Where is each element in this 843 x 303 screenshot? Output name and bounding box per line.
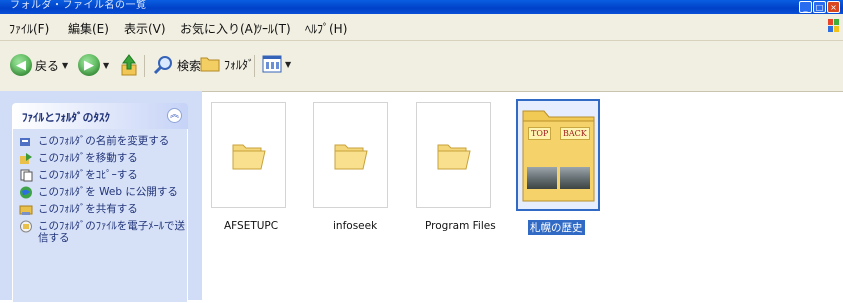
search-icon [153, 56, 172, 75]
collapse-chevron-icon[interactable]: ︽ [167, 108, 182, 123]
photo-thumbnail [527, 167, 557, 189]
menu-view[interactable]: 表示(V) [124, 20, 166, 37]
chevron-down-icon: ▼ [103, 60, 110, 70]
thumb-tag-back: BACK [560, 127, 590, 140]
share-icon [19, 205, 33, 215]
folder-name-selected[interactable]: 札幌の歴史 [528, 220, 585, 235]
task-label: このﾌｫﾙﾀﾞをｺﾋﾟｰする [38, 169, 138, 181]
folder-name[interactable]: AFSETUPC [224, 220, 278, 232]
move-icon [20, 153, 32, 164]
folder-icon [437, 144, 471, 170]
forward-button[interactable]: ▶ ▼ [78, 54, 109, 76]
task-copy-folder[interactable]: このﾌｫﾙﾀﾞをｺﾋﾟｰする [19, 169, 187, 186]
folder-name[interactable]: Program Files [425, 220, 496, 232]
forward-arrow-icon: ▶ [78, 54, 100, 76]
menu-favorites[interactable]: お気に入り(A) [180, 20, 258, 37]
folders-button[interactable]: ﾌｫﾙﾀﾞ [199, 54, 254, 74]
thumb-tag-top: TOP [528, 127, 552, 140]
folders-icon [200, 57, 220, 72]
tasks-list: このﾌｫﾙﾀﾞの名前を変更する このﾌｫﾙﾀﾞを移動する このﾌｫﾙﾀﾞをｺﾋﾟ… [12, 129, 188, 303]
task-label: このﾌｫﾙﾀﾞを Web に公開する [38, 186, 178, 198]
up-folder-button[interactable] [119, 53, 139, 77]
tasks-header[interactable]: ﾌｧｲﾙとﾌｫﾙﾀﾞのﾀｽｸ ︽ [12, 103, 188, 129]
task-pane: ﾌｧｲﾙとﾌｫﾙﾀﾞのﾀｽｸ ︽ このﾌｫﾙﾀﾞの名前を変更する このﾌｫﾙﾀﾞ… [0, 91, 202, 303]
menu-file[interactable]: ﾌｧｲﾙ(F) [9, 20, 49, 37]
email-icon [20, 220, 32, 233]
folder-thumbnail-program-files[interactable] [416, 102, 491, 208]
photo-thumbnail [560, 167, 590, 189]
minimize-button[interactable]: _ [799, 1, 812, 13]
toolbar-separator [254, 55, 255, 77]
folder-thumbnail-infoseek[interactable] [313, 102, 388, 208]
task-label: このﾌｫﾙﾀﾞの名前を変更する [38, 135, 170, 147]
menu-edit[interactable]: 編集(E) [68, 20, 109, 37]
task-label: このﾌｫﾙﾀﾞを移動する [38, 152, 138, 164]
maximize-button[interactable]: □ [813, 1, 826, 13]
search-label: 検索 [177, 58, 202, 73]
views-icon [262, 55, 282, 73]
copy-icon [20, 169, 33, 182]
globe-icon [20, 186, 32, 199]
task-label: このﾌｫﾙﾀﾞを共有する [38, 203, 138, 215]
file-folder-tasks-box: ﾌｧｲﾙとﾌｫﾙﾀﾞのﾀｽｸ ︽ このﾌｫﾙﾀﾞの名前を変更する このﾌｫﾙﾀﾞ… [12, 103, 188, 303]
folder-name[interactable]: infoseek [333, 220, 377, 232]
folder-icon [334, 144, 368, 170]
task-move-folder[interactable]: このﾌｫﾙﾀﾞを移動する [19, 152, 187, 169]
rename-icon [20, 138, 30, 146]
folders-label: ﾌｫﾙﾀﾞ [224, 57, 255, 72]
folder-thumbnail-sapporo-history[interactable]: TOP BACK [516, 99, 600, 211]
toolbar-separator [144, 55, 145, 77]
chevron-down-icon: ▼ [62, 60, 69, 70]
menu-tools[interactable]: ﾂｰﾙ(T) [256, 20, 291, 37]
window-title: フォルダ・ファイル名の一覧 [10, 0, 147, 11]
toolbar: ◀ 戻る ▼ ▶ ▼ 検索 ﾌｫﾙﾀﾞ ▼ [0, 41, 843, 92]
window-controls: _ □ × [799, 1, 840, 13]
back-label: 戻る [35, 58, 60, 73]
task-rename-folder[interactable]: このﾌｫﾙﾀﾞの名前を変更する [19, 135, 187, 152]
title-bar: フォルダ・ファイル名の一覧 _ □ × [0, 0, 843, 14]
chevron-down-icon: ▼ [285, 59, 292, 69]
task-label: このﾌｫﾙﾀﾞのﾌｧｲﾙを電子ﾒｰﾙで送信する [38, 220, 185, 244]
folder-thumbnail-afsetupc[interactable] [211, 102, 286, 208]
task-share-folder[interactable]: このﾌｫﾙﾀﾞを共有する [19, 203, 187, 220]
folder-icon [232, 144, 266, 170]
search-button[interactable]: 検索 [152, 54, 201, 76]
menu-bar: ﾌｧｲﾙ(F) 編集(E) 表示(V) お気に入り(A) ﾂｰﾙ(T) ﾍﾙﾌﾟ… [0, 14, 843, 41]
up-folder-icon [121, 54, 137, 76]
tasks-header-label: ﾌｧｲﾙとﾌｫﾙﾀﾞのﾀｽｸ [22, 111, 110, 124]
task-email-files[interactable]: このﾌｫﾙﾀﾞのﾌｧｲﾙを電子ﾒｰﾙで送信する [19, 220, 187, 248]
windows-logo-icon [828, 19, 839, 32]
close-button[interactable]: × [827, 1, 840, 13]
task-publish-web[interactable]: このﾌｫﾙﾀﾞを Web に公開する [19, 186, 187, 203]
views-button[interactable]: ▼ [262, 54, 291, 74]
menu-help[interactable]: ﾍﾙﾌﾟ(H) [305, 20, 347, 37]
back-button[interactable]: ◀ 戻る ▼ [10, 54, 68, 76]
back-arrow-icon: ◀ [10, 54, 32, 76]
